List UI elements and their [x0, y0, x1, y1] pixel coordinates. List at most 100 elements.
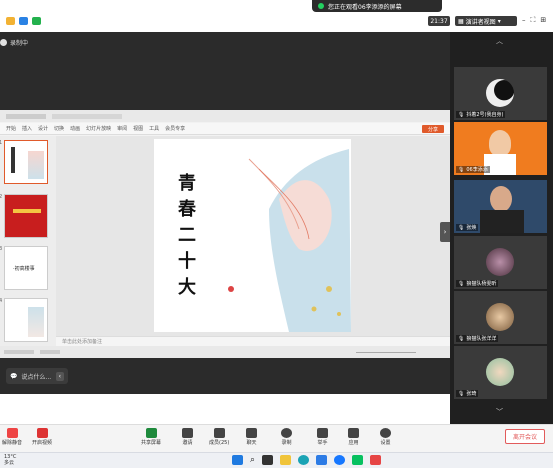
- share-doc-button[interactable]: 分享: [422, 125, 444, 133]
- mic-muted-icon: 🎙: [458, 280, 465, 287]
- chevron-down-icon: ▾: [497, 17, 501, 25]
- collapse-sidebar-button[interactable]: ›: [440, 222, 450, 242]
- participant-tile[interactable]: 🎙 张琦: [454, 346, 547, 399]
- unmute-label: 解除静音: [2, 440, 23, 446]
- menu-item[interactable]: 设计: [38, 125, 48, 132]
- status-icons: [6, 17, 41, 25]
- apps-button[interactable]: 应用: [348, 428, 359, 446]
- slide-thumb-4[interactable]: [4, 298, 48, 342]
- app-icon[interactable]: [370, 455, 382, 465]
- chat-placeholder: 说点什么...: [21, 373, 52, 381]
- menu-item[interactable]: 视图: [133, 125, 143, 132]
- record-button[interactable]: 录制: [281, 428, 292, 446]
- slide-thumb-1[interactable]: [4, 140, 48, 184]
- thumb-number: 2: [0, 194, 3, 200]
- invite-label: 邀请: [182, 440, 193, 446]
- menu-item[interactable]: 插入: [22, 125, 32, 132]
- zoom-slider[interactable]: [356, 352, 416, 353]
- participant-tile[interactable]: 🎙 狼猫队张洋洋: [454, 291, 547, 344]
- participant-name: 狼猫队张洋洋: [466, 336, 497, 342]
- participant-name: 抖着2号(我自身): [466, 112, 504, 118]
- search-icon[interactable]: ⌕: [250, 455, 255, 465]
- raise-hand-label: 举手: [317, 440, 328, 446]
- participant-label: 🎙 狼猫队张洋洋: [456, 335, 499, 342]
- meeting-toolbar: [0, 424, 553, 452]
- store-icon[interactable]: [316, 455, 328, 465]
- participant-label: 🎙 张琦: [456, 390, 479, 397]
- share-screen-icon: [145, 428, 157, 438]
- menu-item[interactable]: 动画: [70, 125, 80, 132]
- avatar: [486, 248, 514, 276]
- chat-button[interactable]: 聊天: [246, 428, 257, 446]
- current-slide[interactable]: 青 春 二 十 大: [154, 139, 351, 332]
- menu-item[interactable]: 审阅: [117, 125, 127, 132]
- leave-meeting-button[interactable]: 离开会议: [505, 429, 545, 444]
- windows-start-icon[interactable]: [232, 455, 243, 465]
- window-controls: – ⛶ ⊞: [522, 16, 546, 25]
- participant-name: 张琦: [466, 391, 477, 397]
- share-banner[interactable]: 您正在观看06李添添的屏幕: [312, 0, 442, 12]
- notes-area[interactable]: 单击此处添加备注: [56, 336, 450, 346]
- grid-view-icon[interactable]: ⊞: [540, 16, 546, 25]
- participant-tile[interactable]: 🎙 抖着2号(我自身): [454, 67, 547, 120]
- menu-item[interactable]: 工具: [149, 125, 159, 132]
- chevron-up-icon[interactable]: ︿: [496, 36, 503, 46]
- record-icon: [281, 428, 292, 438]
- participant-label: 🎙 狼猫队杨雯昕: [456, 280, 499, 287]
- recording-indicator: 录制中: [0, 38, 28, 47]
- chat-input[interactable]: 💬 说点什么... ‹: [6, 368, 68, 384]
- invite-button[interactable]: 邀请: [182, 428, 193, 446]
- weather-widget[interactable]: 13°C 多云: [4, 454, 16, 466]
- participant-label: 🎙 抖着2号(我自身): [456, 111, 506, 118]
- avatar: [486, 358, 514, 386]
- participant-tile[interactable]: 🎙 狼猫队杨雯昕: [454, 236, 547, 289]
- thumb-text: ·初高楼事: [13, 266, 35, 272]
- wechat-icon[interactable]: [352, 455, 364, 465]
- participant-name: 狼猫队杨雯昕: [466, 281, 497, 287]
- thumb-number: 4: [0, 298, 3, 304]
- slide-title-char: 大: [178, 277, 196, 298]
- thumb-illustration: [28, 307, 44, 337]
- gear-icon: [380, 428, 391, 438]
- fullscreen-icon[interactable]: ⛶: [531, 16, 536, 25]
- participant-label: 🎙 张焕: [456, 224, 479, 231]
- menu-item[interactable]: 幻灯片放映: [86, 125, 111, 132]
- avatar: [486, 303, 514, 331]
- speaker-view-button[interactable]: ▦ 演讲者视图 ▾: [455, 16, 517, 26]
- participant-name: 张焕: [466, 225, 477, 231]
- settings-label: 设置: [380, 440, 391, 446]
- raise-hand-button[interactable]: 举手: [317, 428, 328, 446]
- chat-icon: [246, 428, 257, 438]
- edge-icon[interactable]: [298, 455, 310, 465]
- file-explorer-icon[interactable]: [280, 455, 292, 465]
- video-button[interactable]: 开启视频: [32, 428, 52, 446]
- members-icon: [213, 428, 225, 438]
- warning-icon[interactable]: [6, 17, 15, 25]
- task-view-icon[interactable]: [262, 455, 274, 465]
- shield-icon[interactable]: [19, 17, 28, 25]
- participant-tile[interactable]: 🎙 张焕: [454, 180, 547, 233]
- menu-item[interactable]: 切换: [54, 125, 64, 132]
- unmute-button[interactable]: 解除静音: [2, 428, 22, 446]
- slide-thumb-3[interactable]: ·初高楼事: [4, 246, 48, 290]
- participant-name: 06李添添: [466, 167, 488, 173]
- app-icon[interactable]: [334, 455, 346, 465]
- signal-icon[interactable]: [32, 17, 41, 25]
- members-button[interactable]: 成员(25): [209, 428, 229, 446]
- mic-muted-icon: [6, 428, 18, 438]
- chevron-left-icon[interactable]: ‹: [55, 371, 64, 381]
- mic-muted-icon: 🎙: [458, 390, 465, 397]
- menu-item[interactable]: 会员专享: [165, 125, 185, 132]
- share-status-icon: [318, 3, 324, 9]
- share-screen-button[interactable]: 共享屏幕: [141, 428, 161, 446]
- slide-thumb-2[interactable]: [4, 194, 48, 238]
- ppt-menu-bar: 开始 插入 设计 切换 动画 幻灯片放映 审阅 视图 工具 会员专享: [0, 123, 450, 135]
- settings-button[interactable]: 设置: [380, 428, 391, 446]
- record-label: 录制: [281, 440, 292, 446]
- minimize-icon[interactable]: –: [522, 16, 526, 25]
- participant-tile[interactable]: 🎙 06李添添: [454, 122, 547, 175]
- apps-label: 应用: [348, 440, 359, 446]
- chevron-down-icon[interactable]: ﹀: [496, 407, 503, 417]
- menu-item[interactable]: 开始: [6, 125, 16, 132]
- participant-video: [490, 186, 512, 212]
